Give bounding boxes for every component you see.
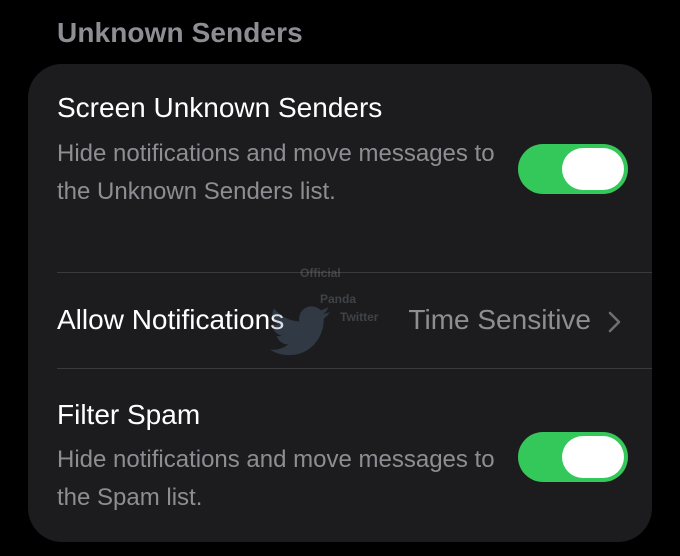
screen-unknown-senders-description: Hide notifications and move messages to … [57, 140, 495, 205]
allow-notifications-value: Time Sensitive [408, 304, 591, 335]
toggle-knob [562, 436, 624, 478]
screen-unknown-senders-toggle[interactable] [518, 144, 628, 194]
filter-spam-description: Hide notifications and move messages to … [57, 446, 495, 511]
filter-spam-toggle[interactable] [518, 432, 628, 482]
allow-notifications-title: Allow Notifications [57, 304, 285, 335]
toggle-knob [562, 148, 624, 190]
settings-page: Unknown Senders Screen Unknown Senders H… [0, 0, 680, 556]
section-header: Unknown Senders [57, 17, 303, 48]
filter-spam-title: Filter Spam [57, 399, 201, 430]
chevron-right-icon [608, 311, 621, 333]
screen-unknown-senders-title: Screen Unknown Senders [57, 92, 383, 123]
allow-notifications-row[interactable]: Allow Notifications Time Sensitive [28, 273, 652, 368]
settings-card: Screen Unknown Senders Hide notification… [28, 64, 652, 542]
screen-unknown-senders-row: Screen Unknown Senders Hide notification… [28, 64, 652, 272]
filter-spam-row: Filter Spam Hide notifications and move … [28, 369, 652, 542]
